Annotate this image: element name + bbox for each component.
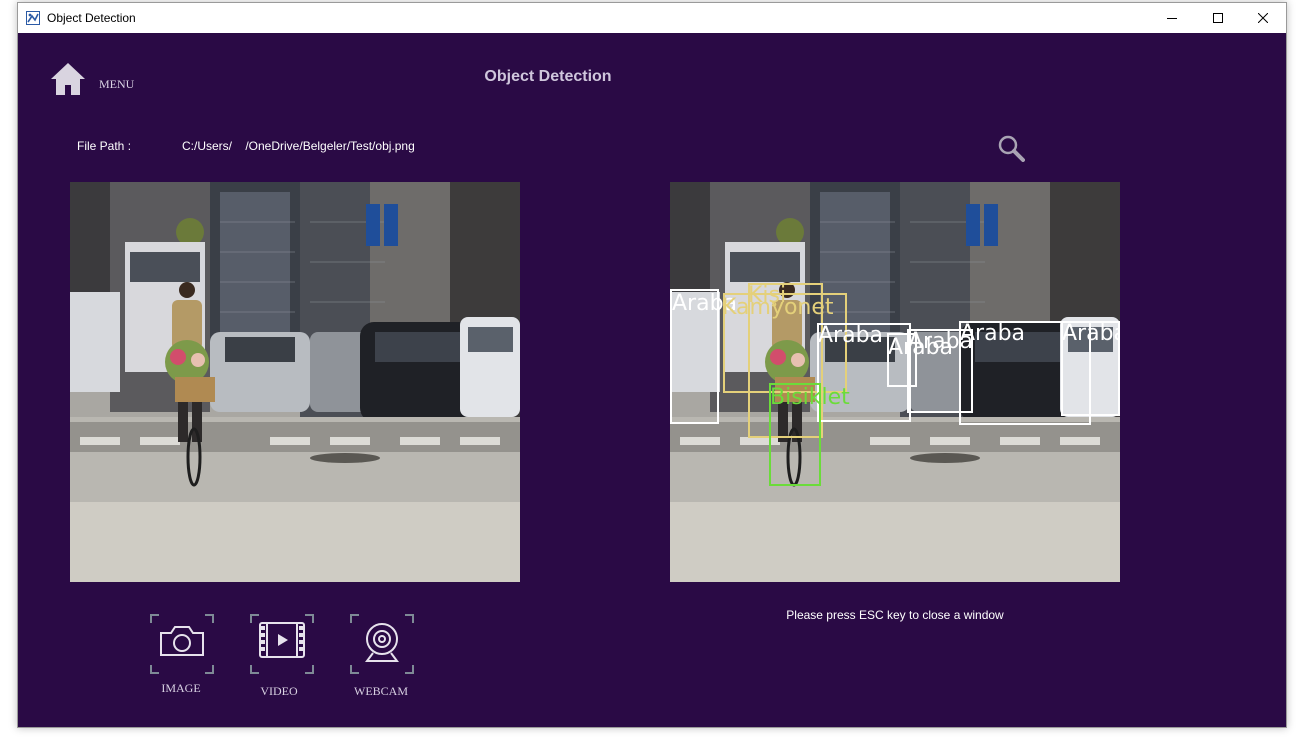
esc-hint: Please press ESC key to close a window xyxy=(786,608,1004,622)
file-path-value: C:/Users/ /OneDrive/Belgeler/Test/obj.pn… xyxy=(182,139,415,153)
app-icon xyxy=(26,11,40,25)
webcam-mode-label[interactable]: WEBCAM xyxy=(336,684,426,699)
home-icon[interactable] xyxy=(49,61,87,97)
minimize-button[interactable] xyxy=(1149,3,1195,33)
detection-label: Araba xyxy=(1062,321,1120,346)
source-image xyxy=(70,182,520,582)
minimize-icon xyxy=(1167,18,1177,19)
page-title: Object Detection xyxy=(484,68,612,85)
main-content: MENU Object Detection File Path : C:/Use… xyxy=(18,33,1286,727)
video-mode-button[interactable] xyxy=(249,613,315,675)
search-icon[interactable] xyxy=(997,134,1025,162)
window-title: Object Detection xyxy=(47,11,136,25)
detection-label: Bisiklet xyxy=(770,385,850,410)
close-button[interactable] xyxy=(1240,3,1286,33)
webcam-icon xyxy=(350,614,414,674)
video-icon xyxy=(250,614,314,674)
title-bar: Object Detection xyxy=(18,3,1286,33)
detection-label: Kamyonet xyxy=(722,295,834,320)
camera-icon xyxy=(150,614,214,674)
maximize-button[interactable] xyxy=(1195,3,1241,33)
image-mode-button[interactable] xyxy=(149,613,215,675)
menu-label[interactable]: MENU xyxy=(99,77,134,92)
detection-result-image: Araba Kişi Kamyonet Araba Araba Araba Ar… xyxy=(670,182,1120,582)
file-path-label: File Path : xyxy=(77,139,132,153)
video-mode-label[interactable]: VIDEO xyxy=(234,684,324,699)
maximize-icon xyxy=(1213,13,1223,23)
close-icon xyxy=(1258,13,1268,23)
app-window: Object Detection MENU Object Detection F… xyxy=(17,2,1287,728)
webcam-mode-button[interactable] xyxy=(349,613,415,675)
detection-label: Araba xyxy=(818,323,883,348)
image-mode-label[interactable]: IMAGE xyxy=(136,681,226,696)
detection-label: Araba xyxy=(960,321,1025,346)
